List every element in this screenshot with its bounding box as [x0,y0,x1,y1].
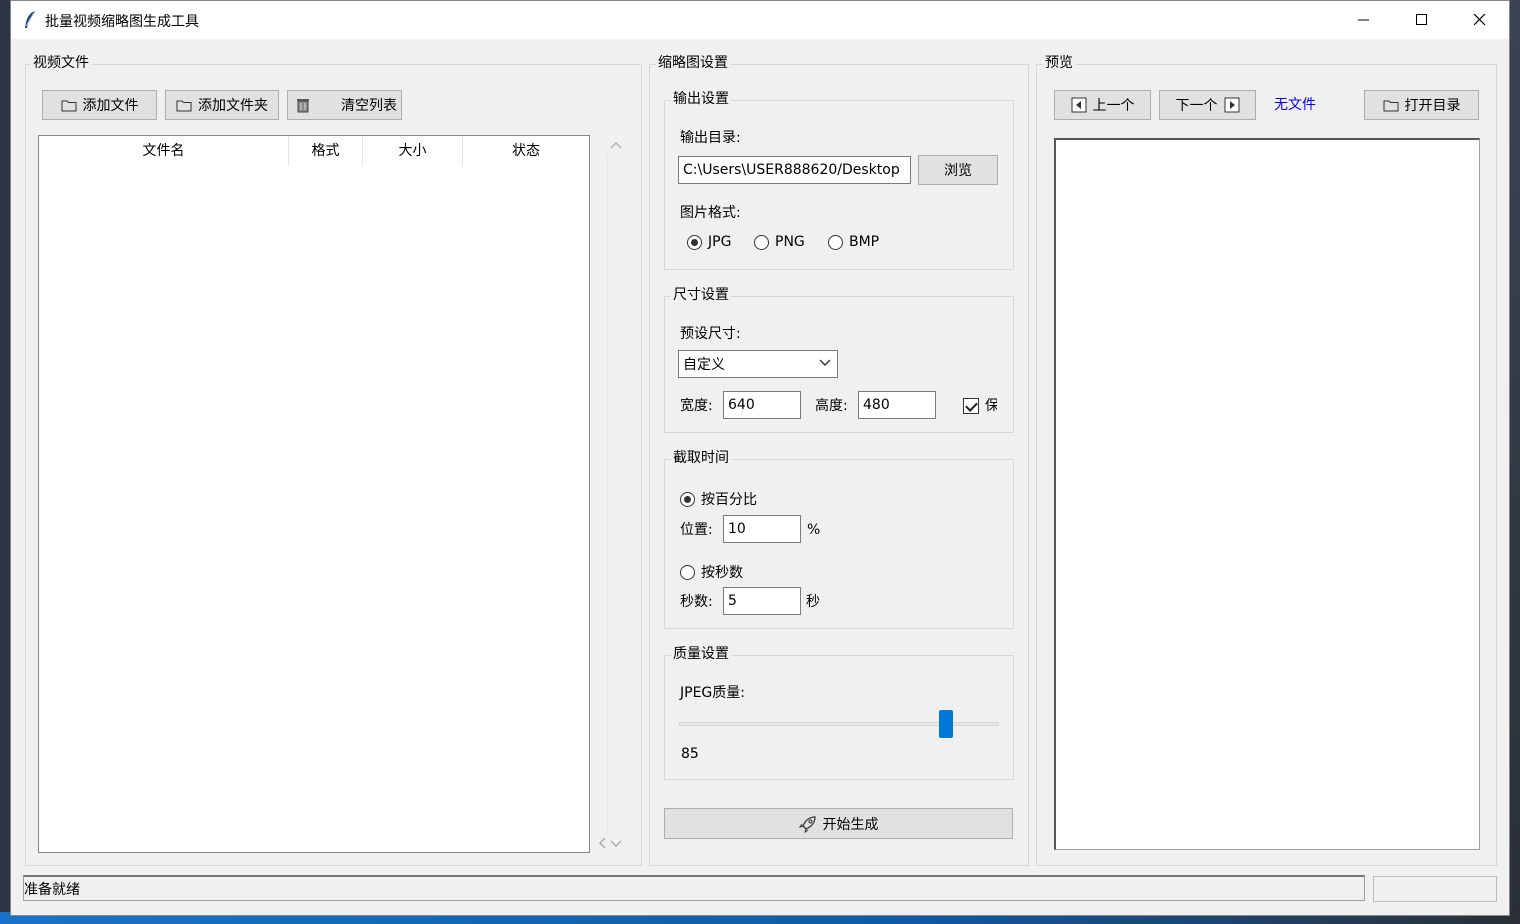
format-radio-jpg[interactable]: JPG [687,234,731,250]
preset-size-select[interactable]: 自定义 [678,350,838,378]
folder-icon [1383,100,1398,112]
add-file-label: 添加文件 [82,98,139,114]
quality-value: 85 [681,746,699,762]
preset-size-label: 预设尺寸: [680,326,741,342]
current-file-label: 无文件 [1274,97,1316,113]
by-seconds-label: 按秒数 [701,565,743,581]
column-header-status[interactable]: 状态 [463,136,589,166]
width-label: 宽度: [680,398,713,414]
open-directory-label: 打开目录 [1404,98,1461,114]
by-percent-radio[interactable]: 按百分比 [680,489,757,509]
quality-settings-group [664,655,1014,780]
browse-label: 浏览 [944,163,972,179]
next-label: 下一个 [1175,98,1218,114]
scroll-left-icon[interactable] [597,837,607,849]
column-header-filename[interactable]: 文件名 [39,136,289,166]
minimize-button[interactable] [1335,1,1393,39]
chevron-down-icon [819,359,831,366]
format-radio-png[interactable]: PNG [754,234,805,250]
output-settings-label: 输出设置 [671,90,731,108]
radio-unselected-icon [754,234,769,250]
column-header-format[interactable]: 格式 [289,136,363,166]
keep-ratio-label: 保 [985,398,997,414]
quality-slider-thumb[interactable] [939,710,953,738]
clear-list-button[interactable]: 清空列表 [287,90,402,120]
browse-button[interactable]: 浏览 [918,155,998,185]
folder-icon [61,100,76,112]
capture-time-group [664,459,1014,629]
add-file-button[interactable]: 添加文件 [42,90,157,120]
radio-unselected-icon [680,564,695,580]
percent-unit: % [807,522,821,538]
radio-unselected-icon [828,234,843,250]
position-label: 位置: [680,522,713,538]
prev-button[interactable]: 上一个 [1054,90,1151,120]
progress-bar [1373,876,1497,902]
preset-size-value: 自定义 [683,357,725,373]
seconds-input[interactable]: 5 [723,587,801,615]
height-label: 高度: [815,398,848,414]
radio-selected-icon [680,491,695,507]
format-png-label: PNG [775,234,805,250]
scrollbar-track[interactable] [607,155,625,835]
file-list-scrollbar[interactable] [599,135,627,853]
thumbnail-settings-label: 缩略图设置 [656,54,730,72]
output-dir-label: 输出目录: [680,130,741,146]
format-jpg-label: JPG [708,234,732,250]
radio-selected-icon [687,234,702,250]
prev-icon [1071,97,1086,113]
scroll-up-icon[interactable] [610,141,622,149]
jpeg-quality-label: JPEG质量: [680,685,745,701]
feather-icon [23,10,39,30]
title-bar[interactable]: 批量视频缩略图生成工具 [11,1,1509,39]
next-button[interactable]: 下一个 [1159,90,1256,120]
quality-settings-label: 质量设置 [671,645,731,663]
scroll-down-icon[interactable] [610,840,622,848]
height-input[interactable]: 480 [858,391,936,419]
seconds-label: 秒数: [680,594,713,610]
image-format-label: 图片格式: [680,205,741,221]
add-folder-button[interactable]: 添加文件夹 [165,90,279,120]
app-window: 批量视频缩略图生成工具 视频文件 添加文件 添加文件夹 清空列表 文件名 格式 … [10,0,1510,916]
size-settings-label: 尺寸设置 [671,286,731,304]
format-radio-bmp[interactable]: BMP [828,234,879,250]
add-folder-label: 添加文件夹 [198,98,268,114]
preview-label: 预览 [1043,54,1075,72]
start-generate-button[interactable]: 开始生成 [664,808,1013,839]
window-title: 批量视频缩略图生成工具 [45,14,199,30]
column-header-size[interactable]: 大小 [363,136,463,166]
by-percent-label: 按百分比 [701,492,757,508]
close-button[interactable] [1451,1,1509,39]
open-directory-button[interactable]: 打开目录 [1364,90,1479,120]
trash-icon [297,99,309,113]
capture-time-label: 截取时间 [671,449,731,467]
file-list[interactable]: 文件名 格式 大小 状态 [38,135,590,853]
status-bar: 准备就绪 [23,875,1365,901]
by-seconds-radio[interactable]: 按秒数 [680,562,743,582]
status-text: 准备就绪 [24,882,80,898]
preview-canvas [1054,138,1480,850]
next-icon [1224,97,1239,113]
start-generate-label: 开始生成 [822,816,879,833]
position-input[interactable]: 10 [723,515,801,543]
maximize-button[interactable] [1393,1,1451,39]
rocket-icon [798,815,816,833]
seconds-unit: 秒 [806,594,820,610]
clear-list-label: 清空列表 [341,98,397,114]
width-input[interactable]: 640 [723,391,801,419]
folder-icon [176,100,192,112]
prev-label: 上一个 [1092,98,1135,114]
format-bmp-label: BMP [849,234,880,250]
video-files-label: 视频文件 [31,54,91,72]
output-dir-input[interactable]: C:\Users\USER888620/Desktop [678,156,911,184]
keep-ratio-checkbox[interactable] [963,398,979,414]
